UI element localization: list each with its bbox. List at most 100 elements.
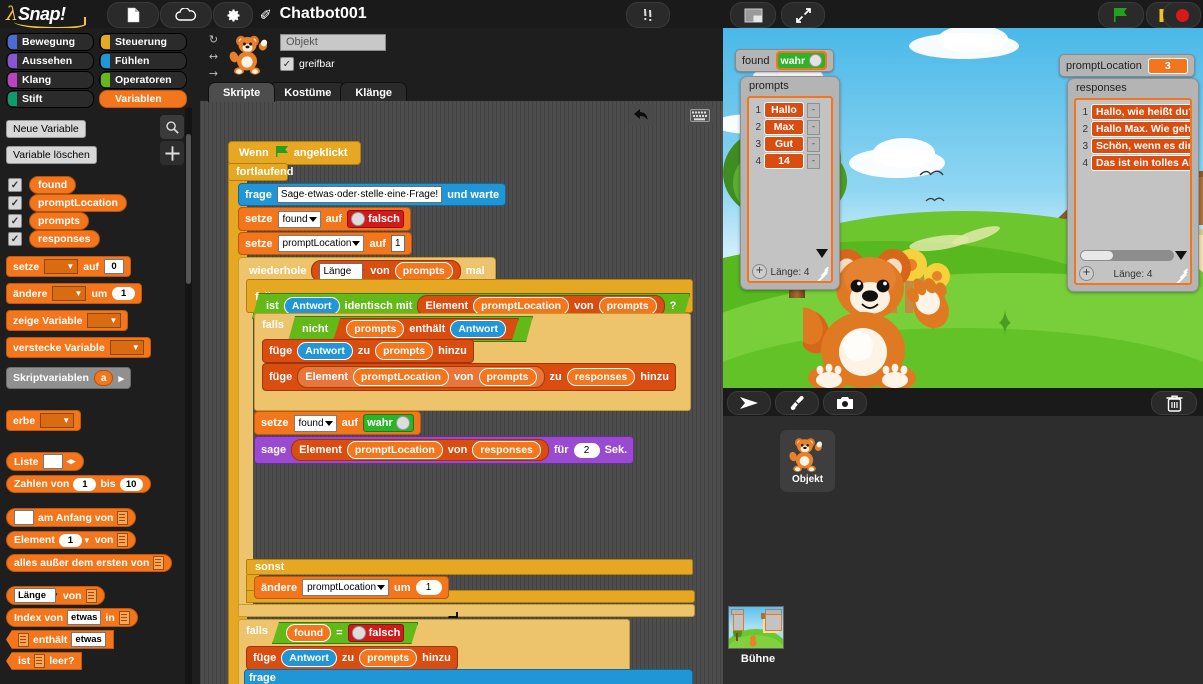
list-row[interactable]: 1 Hallo - bbox=[752, 102, 820, 118]
palette-variable-prompts[interactable]: ✓ prompts bbox=[8, 212, 89, 230]
add-sprite-button[interactable] bbox=[727, 391, 771, 415]
variable-getter-promptlocation[interactable]: promptLocation bbox=[347, 441, 443, 459]
reporter-antwort[interactable]: Antwort bbox=[297, 342, 353, 360]
variable-dropdown[interactable]: ▼ bbox=[44, 259, 78, 274]
block-add-item-to-responses[interactable]: füge Element promptLocation von prompts … bbox=[262, 363, 676, 391]
variadic-arrows-icon[interactable]: ◂▸ bbox=[67, 456, 76, 467]
list-item-input[interactable] bbox=[43, 454, 63, 469]
list-scrollbar-thumb[interactable] bbox=[1081, 251, 1113, 260]
paint-sprite-button[interactable] bbox=[775, 391, 819, 415]
rotate-fixed-icon[interactable]: → bbox=[204, 66, 223, 81]
list-row-menu[interactable]: - bbox=[807, 154, 820, 169]
item-input[interactable] bbox=[14, 510, 34, 525]
list-row-menu[interactable]: - bbox=[807, 120, 820, 135]
tab-kostueme[interactable]: Kostüme bbox=[269, 82, 346, 102]
reporter-antwort[interactable]: Antwort bbox=[281, 649, 337, 667]
watcher-promptlocation[interactable]: promptLocation 3 bbox=[1059, 54, 1195, 77]
variable-dropdown-promptlocation[interactable]: promptLocation bbox=[302, 579, 389, 596]
list-scroll-down-arrow[interactable] bbox=[1175, 245, 1187, 264]
variable-getter-prompts[interactable]: prompts bbox=[29, 212, 89, 230]
palette-block-list[interactable]: Liste ◂▸ bbox=[6, 452, 84, 471]
list-slot-icon[interactable] bbox=[34, 654, 45, 668]
reporter-item-of-prompts[interactable]: Element promptLocation von prompts bbox=[297, 366, 544, 388]
to-input[interactable]: 10 bbox=[120, 478, 143, 491]
list-row[interactable]: 4 14 - bbox=[752, 153, 820, 169]
inherit-dropdown[interactable]: ▼ bbox=[40, 413, 74, 428]
delete-variable-button[interactable]: Variable löschen bbox=[6, 146, 97, 164]
list-cell[interactable]: Max bbox=[764, 119, 804, 135]
snap-logo[interactable]: λ Snap! bbox=[4, 1, 96, 27]
make-block-button[interactable] bbox=[160, 141, 184, 165]
change-amount-input[interactable]: 1 bbox=[416, 580, 442, 595]
list-slot-icon[interactable] bbox=[86, 589, 97, 603]
variable-getter-prompts[interactable]: prompts bbox=[346, 320, 404, 338]
tab-skripte[interactable]: Skripte bbox=[208, 82, 275, 102]
corral-stage-item[interactable]: Bühne bbox=[728, 606, 788, 666]
palette-variable-responses[interactable]: ✓ responses bbox=[8, 230, 100, 248]
boolean-false-slot[interactable]: falsch bbox=[347, 210, 404, 228]
list-row[interactable]: 3 Gut - bbox=[752, 136, 820, 152]
palette-variable-found[interactable]: ✓ found bbox=[8, 176, 76, 194]
palette-block-length-of[interactable]: Länge▼ von bbox=[6, 586, 105, 605]
file-menu-button[interactable] bbox=[107, 2, 159, 28]
reporter-item-of-responses[interactable]: Element promptLocation von responses bbox=[291, 439, 549, 461]
variable-getter-responses[interactable]: responses bbox=[29, 230, 100, 248]
list-body[interactable]: 1 Hallo, wie heißt du? 2 Hallo Max. Wie … bbox=[1074, 98, 1192, 285]
block-set-found-false[interactable]: setze found auf falsch bbox=[238, 207, 411, 231]
variable-dropdown[interactable]: ▼ bbox=[110, 340, 144, 355]
search-value-input[interactable]: etwas bbox=[67, 610, 101, 625]
value-input[interactable]: 0 bbox=[104, 259, 124, 274]
variable-getter-found[interactable]: found bbox=[286, 624, 331, 642]
list-resize-handle[interactable] bbox=[1175, 268, 1188, 281]
list-cell[interactable]: Hallo bbox=[764, 102, 804, 118]
watcher-prompts[interactable]: prompts 1 Hallo - 2 Max - 3 Gut - bbox=[740, 76, 840, 290]
attribute-dropdown[interactable]: Länge bbox=[319, 263, 363, 280]
boolean-false-slot[interactable]: falsch bbox=[348, 624, 405, 642]
block-add-antwort-to-prompts-1[interactable]: füge Antwort zu prompts hinzu bbox=[262, 339, 474, 363]
variable-dropdown[interactable]: ▼ bbox=[87, 313, 121, 328]
palette-block-script-variables[interactable]: Skriptvariablen a ▸ bbox=[6, 367, 131, 389]
variable-dropdown-found[interactable]: found bbox=[278, 211, 321, 228]
expand-arrow-icon[interactable]: ▸ bbox=[118, 372, 124, 385]
stop-button[interactable] bbox=[1163, 2, 1201, 28]
palette-block-index-of[interactable]: Index von etwas in bbox=[6, 608, 138, 627]
list-row[interactable]: 2 Max - bbox=[752, 119, 820, 135]
watcher-found[interactable]: found wahr bbox=[735, 49, 834, 72]
block-set-found-true[interactable]: setze found auf wahr bbox=[254, 411, 421, 435]
corral-sprite-objekt[interactable]: Objekt bbox=[780, 430, 835, 492]
watcher-checkbox-found[interactable]: ✓ bbox=[8, 178, 22, 192]
visible-stepping-button[interactable] bbox=[626, 2, 670, 28]
list-slot-icon[interactable] bbox=[117, 533, 128, 547]
list-slot-icon[interactable] bbox=[119, 611, 130, 625]
palette-scrollbar[interactable] bbox=[185, 108, 192, 684]
draggable-checkbox[interactable]: ✓ bbox=[280, 57, 294, 71]
palette-variable-promptlocation[interactable]: ✓ promptLocation bbox=[8, 194, 127, 212]
list-horizontal-scrollbar[interactable] bbox=[1080, 250, 1174, 261]
blocks-palette[interactable]: Neue Variable Variable löschen ✓ found ✓… bbox=[0, 108, 192, 684]
category-operatoren[interactable]: Operatoren bbox=[99, 71, 187, 89]
category-aussehen[interactable]: Aussehen bbox=[6, 52, 94, 70]
list-cell[interactable]: Hallo, wie heißt du? bbox=[1091, 104, 1192, 120]
list-add-button[interactable]: + bbox=[752, 264, 767, 279]
palette-block-set-to[interactable]: setze ▼ auf 0 bbox=[6, 256, 131, 277]
palette-block-inherit[interactable]: erbe ▼ bbox=[6, 410, 81, 431]
value-input[interactable]: 1 bbox=[391, 235, 405, 252]
list-add-button[interactable]: + bbox=[1079, 266, 1094, 281]
watcher-checkbox-prompts[interactable]: ✓ bbox=[8, 214, 22, 228]
list-scroll-down-arrow[interactable] bbox=[816, 243, 828, 262]
watcher-checkbox-promptlocation[interactable]: ✓ bbox=[8, 196, 22, 210]
seconds-input[interactable]: 2 bbox=[574, 443, 600, 458]
list-row[interactable]: 1 Hallo, wie heißt du? bbox=[1079, 104, 1192, 120]
list-row[interactable]: 4 Das ist ein tolles Al bbox=[1079, 155, 1192, 171]
rotate-free-icon[interactable]: ↻ bbox=[204, 32, 223, 47]
variable-getter-promptlocation[interactable]: promptLocation bbox=[29, 194, 127, 212]
block-when-green-flag-clicked[interactable]: Wenn angeklickt bbox=[228, 141, 361, 165]
block-set-promptlocation-1[interactable]: setze promptLocation auf 1 bbox=[238, 232, 412, 255]
variable-dropdown[interactable]: ▼ bbox=[52, 286, 86, 301]
rotate-leftright-icon[interactable]: ↔ bbox=[204, 49, 223, 64]
block-say-for-secs[interactable]: sage Element promptLocation von response… bbox=[254, 436, 634, 464]
list-slot-icon[interactable] bbox=[153, 556, 164, 570]
attribute-dropdown[interactable]: Länge bbox=[14, 588, 56, 603]
list-cell[interactable]: Hallo Max. Wie geht bbox=[1091, 121, 1192, 137]
scripting-pane[interactable]: Wenn angeklickt fortlaufend frage Sage·e… bbox=[200, 101, 723, 684]
